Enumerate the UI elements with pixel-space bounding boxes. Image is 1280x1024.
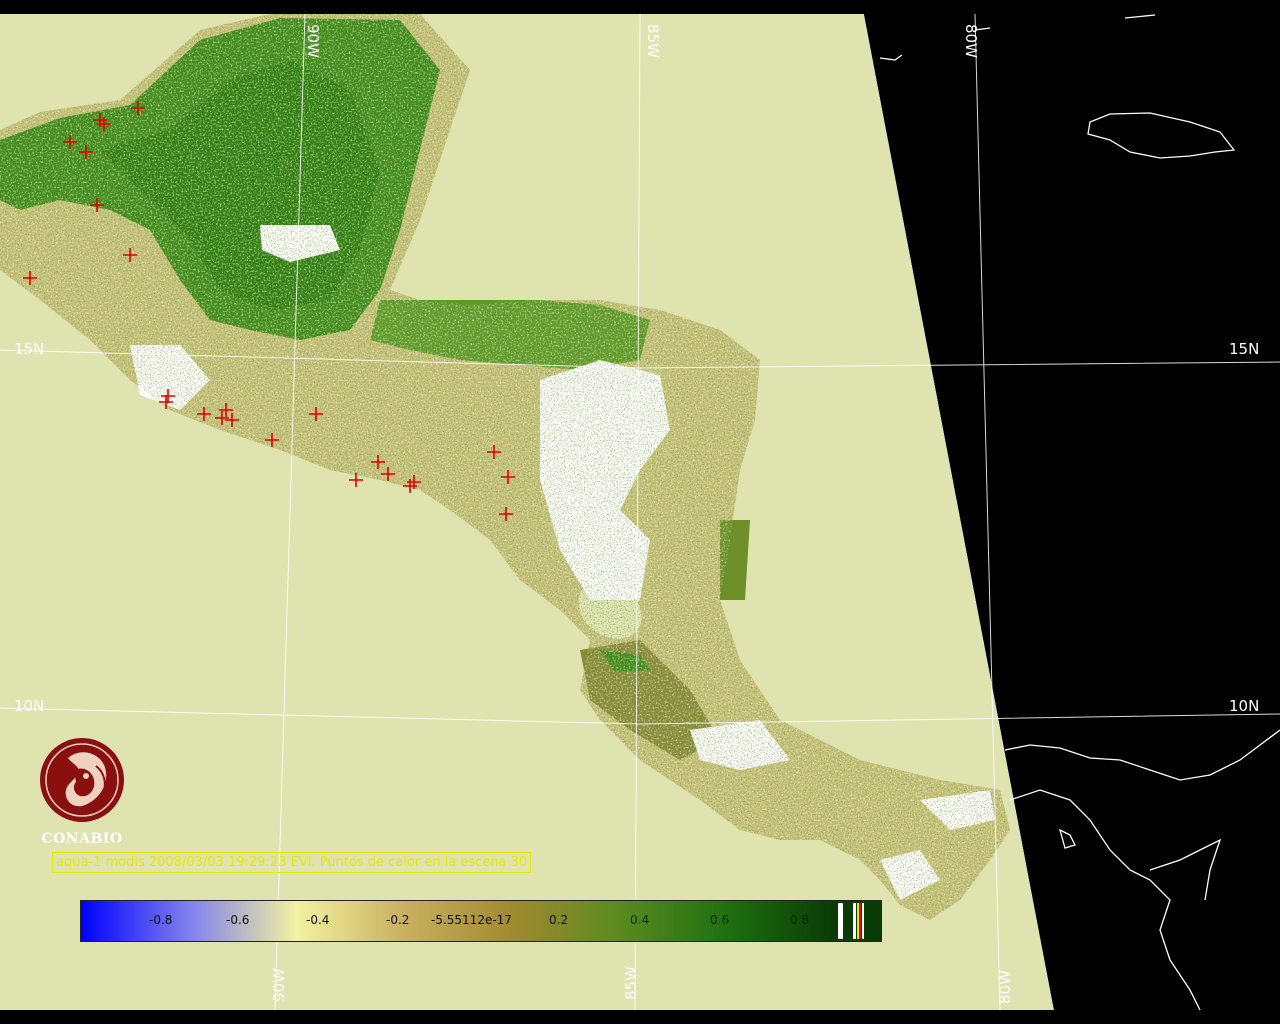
grid-label-top-85w: 85W <box>644 24 662 58</box>
colorbar-tick-label: -5.55112e-17 <box>431 913 512 927</box>
colorbar-swatch-white-2 <box>853 903 856 939</box>
colorbar-tick-label: 0.8 <box>790 913 810 927</box>
colorbar-tick-label: -0.8 <box>149 913 173 927</box>
map-frame: 90W 85W 80W 90W 85W 80W 15N 10N 15N 10N … <box>0 0 1280 1024</box>
scene-caption: aqua-1 modis 2008/03/03 19:29:23 EVI. Pu… <box>52 852 532 873</box>
colorbar-swatch-white-3 <box>862 903 864 939</box>
conabio-logo: CONABIO <box>36 736 128 847</box>
colorbar-tick-label: 0.2 <box>549 913 569 927</box>
top-strip <box>0 0 1280 14</box>
grid-label-right-15n: 15N <box>1229 340 1260 358</box>
colorbar-tick-label: 0.6 <box>710 913 730 927</box>
grid-label-left-15n: 15N <box>14 340 45 358</box>
grid-label-left-10n: 10N <box>14 697 45 715</box>
grid-label-right-10n: 10N <box>1229 697 1260 715</box>
grid-label-bottom-80w: 80W <box>996 970 1014 1004</box>
grid-label-top-80w: 80W <box>962 24 980 58</box>
grid-label-bottom-85w: 85W <box>622 966 640 1000</box>
colorbar-swatch-white <box>838 903 843 939</box>
colorbar-tick-label: -0.6 <box>226 913 250 927</box>
colorbar-tick-label: -0.2 <box>386 913 410 927</box>
evi-colorbar: -0.8 -0.6 -0.4 -0.2 -5.55112e-17 0.2 0.4 0.6 0.8 <box>80 900 882 942</box>
colorbar-tick-label: 0.4 <box>630 913 650 927</box>
bottom-strip <box>0 1010 1280 1024</box>
conabio-macaw-icon <box>40 738 124 822</box>
colorbar-swatch-red <box>859 903 861 939</box>
logo-text: CONABIO <box>41 831 123 847</box>
colorbar-tick-label: -0.4 <box>306 913 330 927</box>
grid-label-top-90w: 90W <box>304 24 322 58</box>
grid-label-bottom-90w: 90W <box>270 968 288 1002</box>
